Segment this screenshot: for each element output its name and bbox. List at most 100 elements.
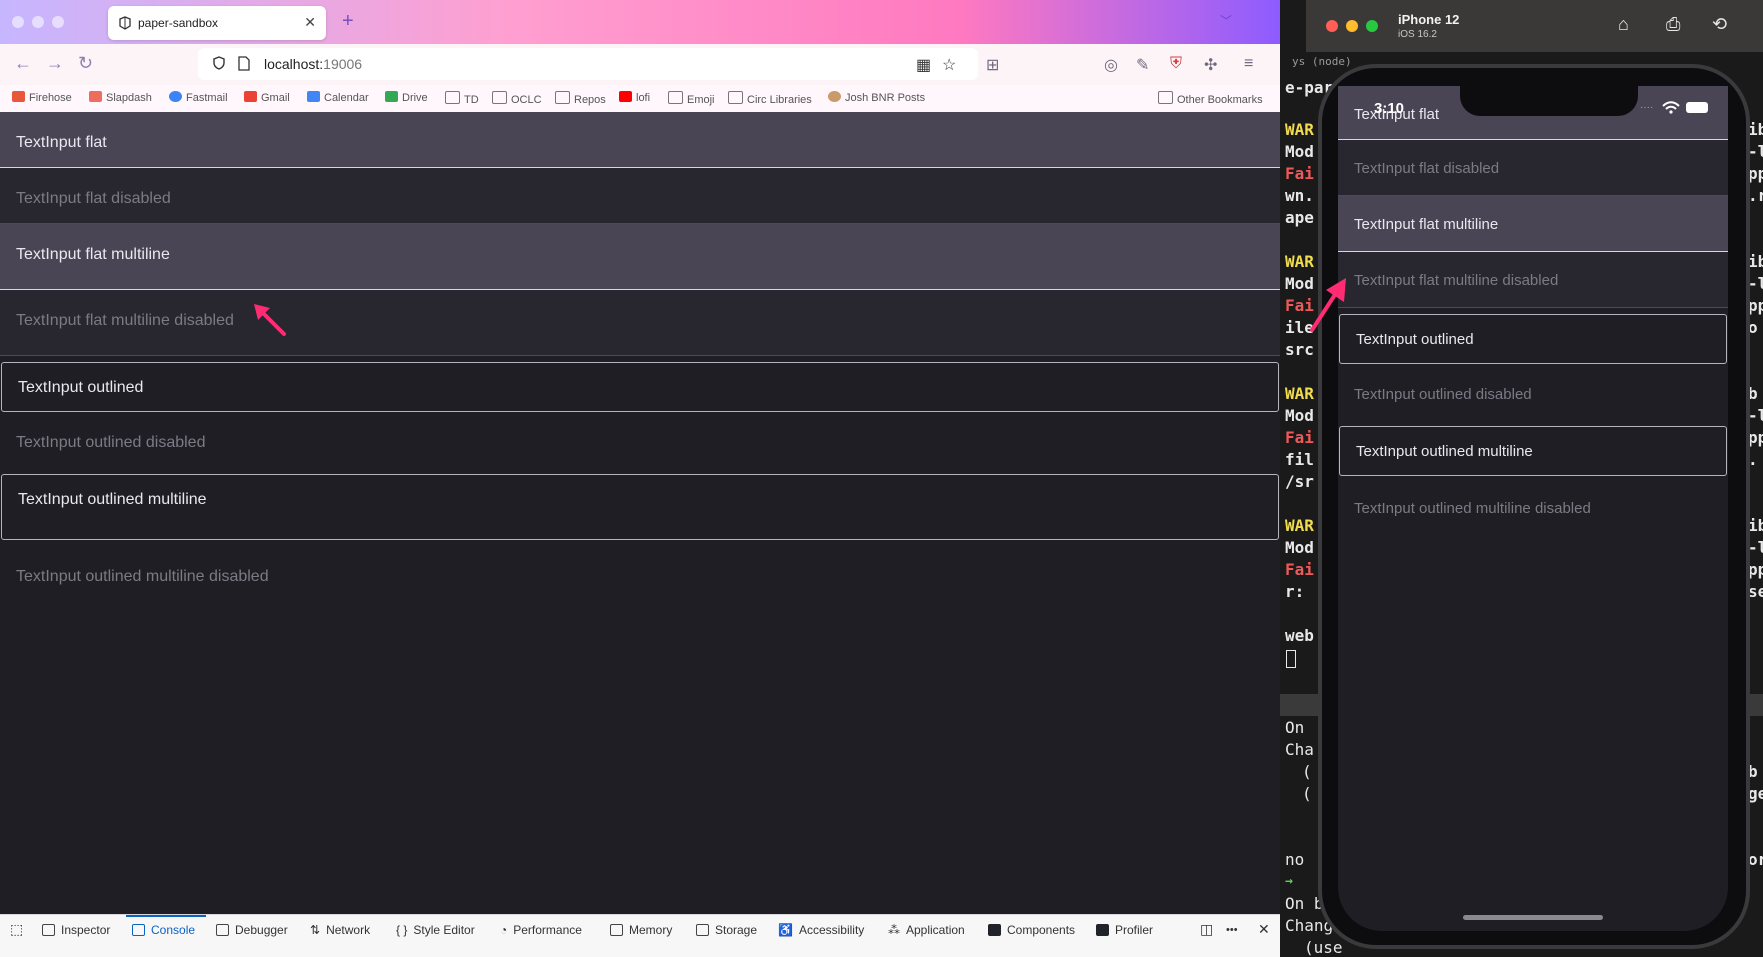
fastmail-favicon-icon — [169, 91, 182, 102]
phone-textinput-flat-multiline[interactable]: TextInput flat multiline — [1338, 196, 1728, 252]
bookmark-josh-bnr-posts[interactable]: Josh BNR Posts — [828, 91, 925, 104]
qr-code-icon[interactable]: ▦ — [916, 55, 931, 75]
bookmark-folder-oclc[interactable]: OCLC — [492, 91, 542, 106]
terminal-line: -l — [1748, 274, 1763, 293]
forward-arrow-icon[interactable]: → — [46, 53, 64, 74]
phone-textinput-outlined-multiline-disabled: TextInput outlined multiline disabled — [1338, 482, 1728, 538]
terminal-line: Fai — [1285, 428, 1314, 447]
textinput-label: TextInput outlined multiline disabled — [1354, 500, 1591, 517]
extension-wand-icon[interactable]: ✎ — [1136, 55, 1149, 75]
list-all-tabs-chevron-icon[interactable]: ﹀ — [1220, 12, 1232, 29]
element-picker-icon[interactable]: ⬚ — [10, 921, 23, 938]
bookmark-lofi[interactable]: lofi — [619, 91, 650, 104]
terminal-line: wn. — [1285, 186, 1314, 205]
rotate-icon[interactable]: ⟲ — [1712, 14, 1727, 35]
devtools-tab-profiler[interactable]: Profiler — [1096, 923, 1153, 937]
annotation-arrow-icon — [1310, 278, 1346, 332]
devtools-tab-components[interactable]: Components — [988, 923, 1075, 937]
window-minimize-control[interactable] — [32, 16, 44, 28]
devtools-more-icon[interactable]: ••• — [1226, 924, 1238, 936]
devtools-toolbar: ⬚ Inspector Console Debugger ⇅ Network { … — [0, 914, 1280, 957]
tab-paper-sandbox[interactable]: paper-sandbox ✕ — [108, 6, 326, 40]
home-icon[interactable]: ⌂ — [1618, 14, 1629, 35]
bookmark-drive[interactable]: Drive — [385, 91, 428, 104]
devtools-tab-storage[interactable]: Storage — [696, 923, 757, 937]
bookmark-gmail[interactable]: Gmail — [244, 91, 290, 104]
web-page-content: TextInput flat TextInput flat disabled T… — [0, 112, 1280, 914]
terminal-line: web — [1285, 626, 1314, 645]
extensions-puzzle-icon[interactable]: ✣ — [1204, 55, 1217, 75]
devtools-close-icon[interactable]: ✕ — [1258, 921, 1270, 938]
bookmark-slapdash[interactable]: Slapdash — [89, 91, 152, 104]
bookmark-calendar[interactable]: Calendar — [307, 91, 369, 104]
bookmark-star-icon[interactable]: ☆ — [942, 55, 956, 75]
devtools-tab-debugger[interactable]: Debugger — [216, 923, 288, 937]
reload-icon[interactable]: ↻ — [78, 53, 93, 74]
terminal-line: or — [1748, 850, 1763, 869]
terminal-line: ge — [1748, 784, 1763, 803]
bookmark-folder-circ-libraries[interactable]: Circ Libraries — [728, 91, 812, 106]
terminal-line: ape — [1285, 208, 1314, 227]
terminal-line: pp — [1748, 164, 1763, 183]
terminal-line: WAR — [1285, 516, 1314, 535]
simulator-zoom-control[interactable] — [1366, 20, 1378, 32]
extension-grid-icon[interactable]: ⊞ — [986, 55, 999, 75]
devtools-tab-application[interactable]: ⁂ Application — [888, 923, 965, 937]
url-port: 19006 — [323, 56, 363, 72]
folder-icon — [445, 91, 460, 104]
extension-translate-icon[interactable]: ◎ — [1104, 55, 1118, 75]
tab-close-icon[interactable]: ✕ — [304, 14, 316, 31]
textinput-label: TextInput flat multiline disabled — [1354, 272, 1559, 289]
textinput-outlined-multiline[interactable]: TextInput outlined multiline — [1, 474, 1279, 540]
folder-icon — [1158, 91, 1173, 104]
bookmark-folder-repos[interactable]: Repos — [555, 91, 606, 106]
page-info-icon[interactable] — [238, 56, 250, 71]
react-icon — [1096, 924, 1109, 936]
tracking-shield-icon[interactable] — [212, 56, 226, 70]
terminal-line: se — [1748, 582, 1763, 601]
simulator-close-control[interactable] — [1326, 20, 1338, 32]
terminal-cursor — [1286, 650, 1296, 668]
devtools-tab-network[interactable]: ⇅ Network — [310, 923, 370, 937]
devtools-tab-memory[interactable]: Memory — [610, 923, 672, 937]
devtools-tab-performance[interactable]: ◔ Performance — [500, 923, 582, 937]
devtools-tab-inspector[interactable]: Inspector — [42, 923, 110, 937]
wifi-icon — [1662, 101, 1680, 114]
bookmark-other-bookmarks[interactable]: Other Bookmarks — [1158, 91, 1263, 106]
devtools-tab-style-editor[interactable]: { } Style Editor — [396, 923, 475, 937]
dock-side-icon[interactable]: ◫ — [1200, 921, 1213, 938]
back-arrow-icon[interactable]: ← — [14, 53, 32, 74]
terminal-line: On — [1285, 718, 1314, 737]
textinput-outlined-multiline-disabled: TextInput outlined multiline disabled — [0, 546, 1280, 612]
textinput-outlined[interactable]: TextInput outlined — [1, 362, 1279, 412]
bookmark-folder-td[interactable]: TD — [445, 91, 479, 106]
textinput-flat[interactable]: TextInput flat — [0, 112, 1280, 168]
new-tab-button[interactable]: + — [342, 10, 354, 33]
terminal-line: -l — [1748, 538, 1763, 557]
phone-textinput-outlined[interactable]: TextInput outlined — [1339, 314, 1727, 364]
slapdash-favicon-icon — [89, 91, 102, 102]
screenshot-camera-icon[interactable]: ⎙ — [1666, 14, 1680, 35]
devtools-tab-accessibility[interactable]: ♿ Accessibility — [778, 923, 864, 937]
phone-textinput-outlined-multiline[interactable]: TextInput outlined multiline — [1339, 426, 1727, 476]
simulator-minimize-control[interactable] — [1346, 20, 1358, 32]
url-text[interactable]: localhost:19006 — [264, 56, 362, 72]
ublock-shield-icon[interactable]: ⛨ — [1170, 55, 1182, 73]
url-bar[interactable]: localhost:19006 ▦ ☆ — [198, 48, 978, 80]
bookmark-firehose[interactable]: Firehose — [12, 91, 72, 104]
folder-icon — [728, 91, 743, 104]
terminal-line: src — [1285, 340, 1314, 359]
window-zoom-control[interactable] — [52, 16, 64, 28]
app-menu-icon[interactable]: ≡ — [1244, 55, 1253, 73]
textinput-label: TextInput flat multiline disabled — [16, 312, 234, 329]
calendar-favicon-icon — [307, 91, 320, 102]
bookmark-folder-emoji[interactable]: Emoji — [668, 91, 715, 106]
bookmark-fastmail[interactable]: Fastmail — [169, 91, 228, 104]
devtools-tab-console[interactable]: Console — [132, 923, 195, 937]
accessibility-figure-icon: ♿ — [778, 923, 793, 937]
window-close-control[interactable] — [12, 16, 24, 28]
textinput-label: TextInput flat — [16, 134, 107, 151]
textinput-flat-multiline[interactable]: TextInput flat multiline — [0, 224, 1280, 290]
textinput-label: TextInput outlined — [18, 379, 144, 396]
status-bar-time: 3:10 — [1374, 100, 1405, 117]
